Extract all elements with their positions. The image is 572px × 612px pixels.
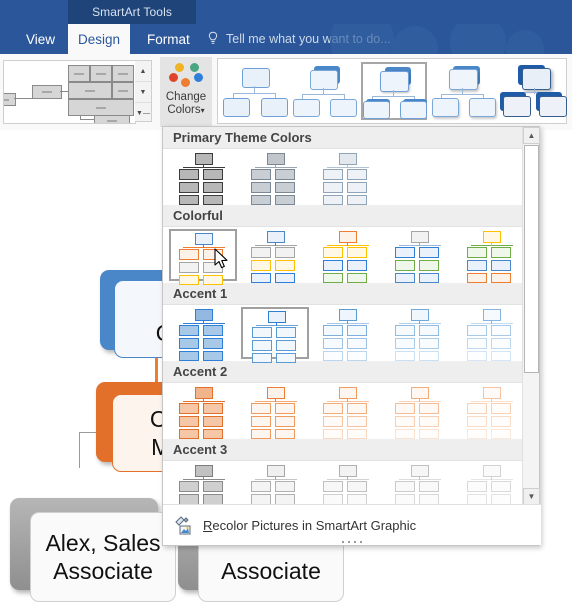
swatch-dark-1-outline[interactable]: [169, 151, 237, 205]
swatch-colorful-accent-colors[interactable]: [169, 229, 237, 285]
tab-design[interactable]: Design: [68, 24, 130, 54]
tab-view[interactable]: View: [14, 24, 67, 54]
title-bar: SmartArt Tools: [0, 0, 572, 24]
swatch-accent1-colored-fill[interactable]: [169, 307, 237, 361]
swatch-colorful-range-accent-3-4[interactable]: [313, 229, 381, 283]
section-header-accent-2: Accent 2: [163, 361, 539, 383]
dropdown-scrollbar[interactable]: ▲ ▼: [522, 127, 540, 505]
section-row-accent-1: [163, 305, 539, 363]
layouts-gallery-scroll[interactable]: ▲ ▼ ▼―: [135, 60, 152, 122]
chevron-down-icon[interactable]: ▾: [201, 106, 205, 115]
color-palette-icon: [169, 63, 203, 89]
recolor-accesskey: R: [203, 517, 213, 533]
recolor-pictures-label: Recolor Pictures in SmartArt Graphic: [203, 518, 416, 533]
smartart-styles-gallery[interactable]: [217, 58, 568, 124]
change-colors-label-line2: Colors: [167, 103, 201, 116]
layouts-gallery[interactable]: [3, 60, 136, 124]
change-colors-dropdown[interactable]: Primary Theme Colors Colorful Accent 1 A…: [162, 126, 541, 546]
swatch-dark-2-fill[interactable]: [241, 151, 309, 205]
swatch-accent2-gradient-range[interactable]: [385, 385, 453, 439]
style-item-0[interactable]: [222, 62, 288, 120]
swatch-accent2-gradient-loop[interactable]: [313, 385, 381, 439]
section-header-accent-3: Accent 3: [163, 439, 539, 461]
connector-left-branch: [79, 432, 80, 468]
ribbon-body: ▲ ▼ ▼― Change Colors▾: [0, 54, 572, 131]
section-row-primary-theme-colors: [163, 149, 539, 205]
style-item-3[interactable]: [431, 62, 497, 120]
node-text-alex: Alex, Sales Associate: [30, 512, 176, 602]
scroll-down-icon[interactable]: ▼: [523, 488, 540, 505]
recolor-pictures-menu-item[interactable]: Recolor Pictures in SmartArt Graphic: [163, 504, 541, 545]
swatch-accent1-transparent[interactable]: [457, 307, 525, 361]
style-item-1[interactable]: [292, 62, 358, 120]
style-item-4[interactable]: [500, 62, 568, 120]
tell-me-placeholder: Tell me what you want to do...: [226, 32, 391, 46]
swatch-accent2-transparent[interactable]: [457, 385, 525, 439]
section-header-accent-1: Accent 1: [163, 283, 539, 305]
contextual-tab-title: SmartArt Tools: [68, 0, 196, 24]
swatch-accent1-gradient-loop[interactable]: [313, 307, 381, 361]
scroll-up-icon[interactable]: ▲: [523, 127, 540, 144]
recolor-picture-icon: [173, 515, 193, 535]
change-colors-button[interactable]: Change Colors▾: [160, 57, 212, 127]
section-row-colorful: [163, 227, 539, 285]
scroll-down-icon[interactable]: ▼: [135, 82, 151, 103]
section-header-colorful: Colorful: [163, 205, 539, 227]
tell-me-search[interactable]: Tell me what you want to do...: [206, 24, 391, 54]
resize-grip[interactable]: [342, 541, 362, 543]
lightbulb-icon: [206, 31, 220, 48]
swatch-accent1-gradient-range[interactable]: [385, 307, 453, 361]
swatch-accent2-colored-fill[interactable]: [169, 385, 237, 439]
scrollbar-thumb[interactable]: [524, 145, 539, 373]
swatch-colorful-range-accent-4-5[interactable]: [385, 229, 453, 283]
section-header-primary-theme-colors: Primary Theme Colors: [163, 127, 539, 149]
section-row-accent-2: [163, 383, 539, 439]
swatch-colorful-range-accent-2-3[interactable]: [241, 229, 309, 283]
style-item-2-selected[interactable]: [361, 62, 428, 120]
swatch-colorful-range-accent-5-6[interactable]: [457, 229, 525, 283]
scroll-up-icon[interactable]: ▲: [135, 61, 151, 82]
swatch-accent2-colored-outline[interactable]: [241, 385, 309, 439]
swatch-dark-2-outline[interactable]: [313, 151, 381, 205]
tab-format[interactable]: Format: [135, 24, 202, 54]
change-colors-label-line1: Change: [165, 91, 207, 103]
smartart-node-alex[interactable]: Alex, Sales Associate: [10, 498, 180, 606]
swatch-accent1-colored-outline-selected[interactable]: [241, 307, 309, 363]
recolor-label-rest: ecolor Pictures in SmartArt Graphic: [212, 517, 417, 533]
more-layouts-icon[interactable]: ▼―: [135, 103, 151, 123]
